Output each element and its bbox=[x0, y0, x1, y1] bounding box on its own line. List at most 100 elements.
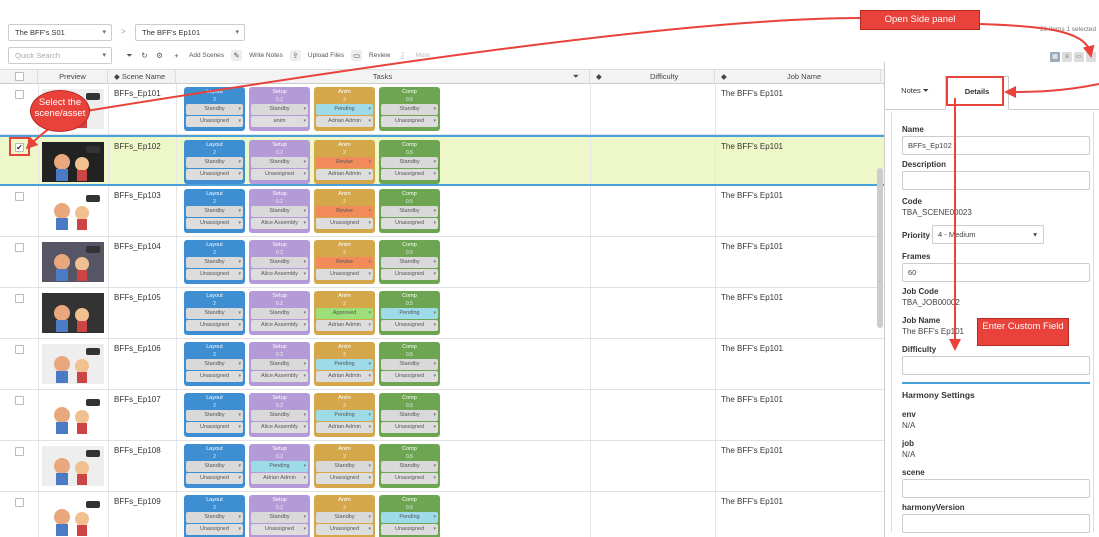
table-row[interactable]: ✔BFFs_Ep102Layout2StandbyUnassignedSetup… bbox=[0, 135, 884, 186]
task-assignee-select[interactable]: Alice Assembly bbox=[251, 422, 308, 433]
edit-icon[interactable]: ✎ bbox=[231, 49, 243, 61]
scene-thumbnail[interactable] bbox=[42, 446, 104, 486]
task-card-comp[interactable]: Comp 0.5StandbyUnassigned bbox=[379, 240, 440, 284]
task-card-layout[interactable]: Layout 2StandbyUnassigned bbox=[184, 495, 245, 537]
task-assignee-select[interactable]: Unassigned bbox=[316, 524, 373, 535]
task-card-setup[interactable]: Setup 0.2StandbyAlice Assembly bbox=[249, 342, 310, 386]
task-card-anim[interactable]: Anim 2ReviseUnassigned bbox=[314, 240, 375, 284]
task-card-comp[interactable]: Comp 0.5PendingUnassigned bbox=[379, 291, 440, 335]
write-notes-button[interactable]: Write Notes bbox=[246, 52, 286, 59]
task-card-layout[interactable]: Layout 2StandbyUnassigned bbox=[184, 444, 245, 488]
task-assignee-select[interactable]: anim bbox=[251, 116, 308, 127]
task-status-select[interactable]: Standby bbox=[381, 359, 438, 370]
table-row[interactable]: BFFs_Ep105Layout2StandbyUnassignedSetup0… bbox=[0, 288, 884, 339]
task-assignee-select[interactable]: Unassigned bbox=[186, 169, 243, 180]
task-status-select[interactable]: Standby bbox=[381, 257, 438, 268]
task-assignee-select[interactable]: Unassigned bbox=[251, 169, 308, 180]
task-status-select[interactable]: Standby bbox=[186, 104, 243, 115]
task-status-select[interactable]: Pending bbox=[381, 308, 438, 319]
task-card-anim[interactable]: Anim 2ApprovedAdrian Admin bbox=[314, 291, 375, 335]
task-status-select[interactable]: Standby bbox=[186, 257, 243, 268]
task-card-comp[interactable]: Comp 0.5StandbyUnassigned bbox=[379, 393, 440, 437]
select-all-checkbox[interactable] bbox=[15, 72, 24, 81]
task-status-select[interactable]: Standby bbox=[251, 512, 308, 523]
task-card-anim[interactable]: Anim 2PendingAdrian Admin bbox=[314, 342, 375, 386]
task-assignee-select[interactable]: Unassigned bbox=[316, 269, 373, 280]
task-card-setup[interactable]: Setup 0.2Standbyanim bbox=[249, 87, 310, 131]
view-compact-button[interactable]: ▭ bbox=[1074, 52, 1084, 62]
task-status-select[interactable]: Revise bbox=[316, 157, 373, 168]
table-row[interactable]: BFFs_Ep108Layout2StandbyUnassignedSetup0… bbox=[0, 441, 884, 492]
task-assignee-select[interactable]: Unassigned bbox=[381, 218, 438, 229]
task-status-select[interactable]: Pending bbox=[251, 461, 308, 472]
task-status-select[interactable]: Standby bbox=[186, 157, 243, 168]
task-assignee-select[interactable]: Unassigned bbox=[381, 320, 438, 331]
task-card-anim[interactable]: Anim 2PendingAdrian Admin bbox=[314, 87, 375, 131]
task-assignee-select[interactable]: Unassigned bbox=[186, 422, 243, 433]
task-status-select[interactable]: Approved bbox=[316, 308, 373, 319]
task-status-select[interactable]: Standby bbox=[381, 157, 438, 168]
table-row[interactable]: BFFs_Ep106Layout2StandbyUnassignedSetup0… bbox=[0, 339, 884, 390]
task-card-layout[interactable]: Layout 2StandbyUnassigned bbox=[184, 87, 245, 131]
task-card-setup[interactable]: Setup 0.2PendingAdrian Admin bbox=[249, 444, 310, 488]
task-status-select[interactable]: Standby bbox=[251, 104, 308, 115]
task-card-comp[interactable]: Comp 0.5StandbyUnassigned bbox=[379, 87, 440, 131]
task-assignee-select[interactable]: Unassigned bbox=[186, 269, 243, 280]
task-status-select[interactable]: Pending bbox=[316, 410, 373, 421]
task-assignee-select[interactable]: Alice Assembly bbox=[251, 269, 308, 280]
task-assignee-select[interactable]: Unassigned bbox=[381, 169, 438, 180]
add-scenes-button[interactable]: Add Scenes bbox=[186, 52, 227, 59]
task-assignee-select[interactable]: Adrian Admin bbox=[316, 116, 373, 127]
task-assignee-select[interactable]: Adrian Admin bbox=[316, 422, 373, 433]
task-assignee-select[interactable]: Unassigned bbox=[186, 116, 243, 127]
task-assignee-select[interactable]: Unassigned bbox=[381, 422, 438, 433]
task-status-select[interactable]: Revise bbox=[316, 257, 373, 268]
task-assignee-select[interactable]: Adrian Admin bbox=[251, 473, 308, 484]
task-card-anim[interactable]: Anim 2PendingAdrian Admin bbox=[314, 393, 375, 437]
task-assignee-select[interactable]: Unassigned bbox=[381, 473, 438, 484]
task-assignee-select[interactable]: Unassigned bbox=[381, 371, 438, 382]
task-assignee-select[interactable]: Alice Assembly bbox=[251, 320, 308, 331]
task-status-select[interactable]: Standby bbox=[186, 461, 243, 472]
task-card-layout[interactable]: Layout 2StandbyUnassigned bbox=[184, 240, 245, 284]
table-row[interactable]: BFFs_Ep101Layout2StandbyUnassignedSetup0… bbox=[0, 84, 884, 135]
upload-files-button[interactable]: Upload Files bbox=[305, 52, 347, 59]
upload-icon[interactable]: ⇪ bbox=[289, 49, 301, 61]
table-row[interactable]: BFFs_Ep103Layout2StandbyUnassignedSetup0… bbox=[0, 186, 884, 237]
task-assignee-select[interactable]: Unassigned bbox=[186, 473, 243, 484]
task-card-layout[interactable]: Layout 2StandbyUnassigned bbox=[184, 189, 245, 233]
task-assignee-select[interactable]: Unassigned bbox=[186, 218, 243, 229]
task-status-select[interactable]: Standby bbox=[251, 206, 308, 217]
task-assignee-select[interactable]: Adrian Admin bbox=[316, 371, 373, 382]
task-card-anim[interactable]: Anim 2StandbyUnassigned bbox=[314, 495, 375, 537]
quick-search-input[interactable]: Quick Search ▾ bbox=[8, 47, 112, 64]
task-status-select[interactable]: Standby bbox=[316, 512, 373, 523]
table-row[interactable]: BFFs_Ep107Layout2StandbyUnassignedSetup0… bbox=[0, 390, 884, 441]
priority-select[interactable]: 4 - Medium ▾ bbox=[932, 225, 1044, 244]
task-card-anim[interactable]: Anim 2ReviseUnassigned bbox=[314, 189, 375, 233]
task-assignee-select[interactable]: Alice Assembly bbox=[251, 371, 308, 382]
task-assignee-select[interactable]: Unassigned bbox=[186, 524, 243, 535]
episode-select[interactable]: The BFF's Ep101 ▾ bbox=[135, 24, 245, 41]
row-checkbox[interactable] bbox=[15, 192, 24, 201]
tab-notes[interactable]: Notes ⏷ bbox=[891, 76, 939, 110]
task-status-select[interactable]: Standby bbox=[251, 257, 308, 268]
frames-field[interactable]: 60 bbox=[902, 263, 1090, 282]
task-card-setup[interactable]: Setup 0.2StandbyAlice Assembly bbox=[249, 291, 310, 335]
task-status-select[interactable]: Standby bbox=[381, 104, 438, 115]
task-card-anim[interactable]: Anim 2StandbyUnassigned bbox=[314, 444, 375, 488]
task-status-select[interactable]: Pending bbox=[316, 104, 373, 115]
more-icon[interactable]: ⋮ bbox=[397, 50, 408, 61]
task-assignee-select[interactable]: Unassigned bbox=[381, 269, 438, 280]
task-assignee-select[interactable]: Unassigned bbox=[186, 320, 243, 331]
task-assignee-select[interactable]: Unassigned bbox=[316, 473, 373, 484]
filter-icon[interactable]: ⏷ bbox=[124, 50, 135, 61]
task-card-layout[interactable]: Layout 2StandbyUnassigned bbox=[184, 291, 245, 335]
task-card-layout[interactable]: Layout 2StandbyUnassigned bbox=[184, 342, 245, 386]
task-status-select[interactable]: Standby bbox=[381, 206, 438, 217]
review-icon[interactable]: ▭ bbox=[351, 49, 363, 61]
task-card-comp[interactable]: Comp 0.5StandbyUnassigned bbox=[379, 189, 440, 233]
name-field[interactable]: BFFs_Ep102 bbox=[902, 136, 1090, 155]
header-preview[interactable]: Preview bbox=[38, 70, 108, 84]
description-field[interactable] bbox=[902, 171, 1090, 190]
